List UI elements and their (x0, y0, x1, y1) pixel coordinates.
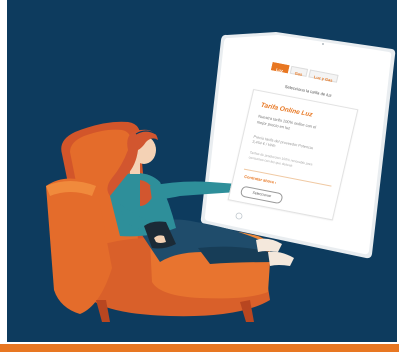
tab-gas[interactable]: Gas (289, 65, 309, 77)
tab-luz-y-gas[interactable]: Luz y Gas (308, 69, 339, 83)
select-button[interactable]: Seleccionar (239, 185, 284, 205)
bottom-accent-bar (0, 344, 399, 352)
tab-luz[interactable]: Luz (270, 62, 290, 73)
tablet-tabs: Luz Gas Luz y Gas (270, 62, 339, 83)
tariff-card: Tarifa Online Luz Nuestra tarifa 100% on… (227, 88, 359, 221)
contract-now-link[interactable]: Contratar ahora › (244, 174, 277, 185)
hero-illustration: Luz Gas Luz y Gas Selecciona la tarifa d… (0, 0, 399, 352)
